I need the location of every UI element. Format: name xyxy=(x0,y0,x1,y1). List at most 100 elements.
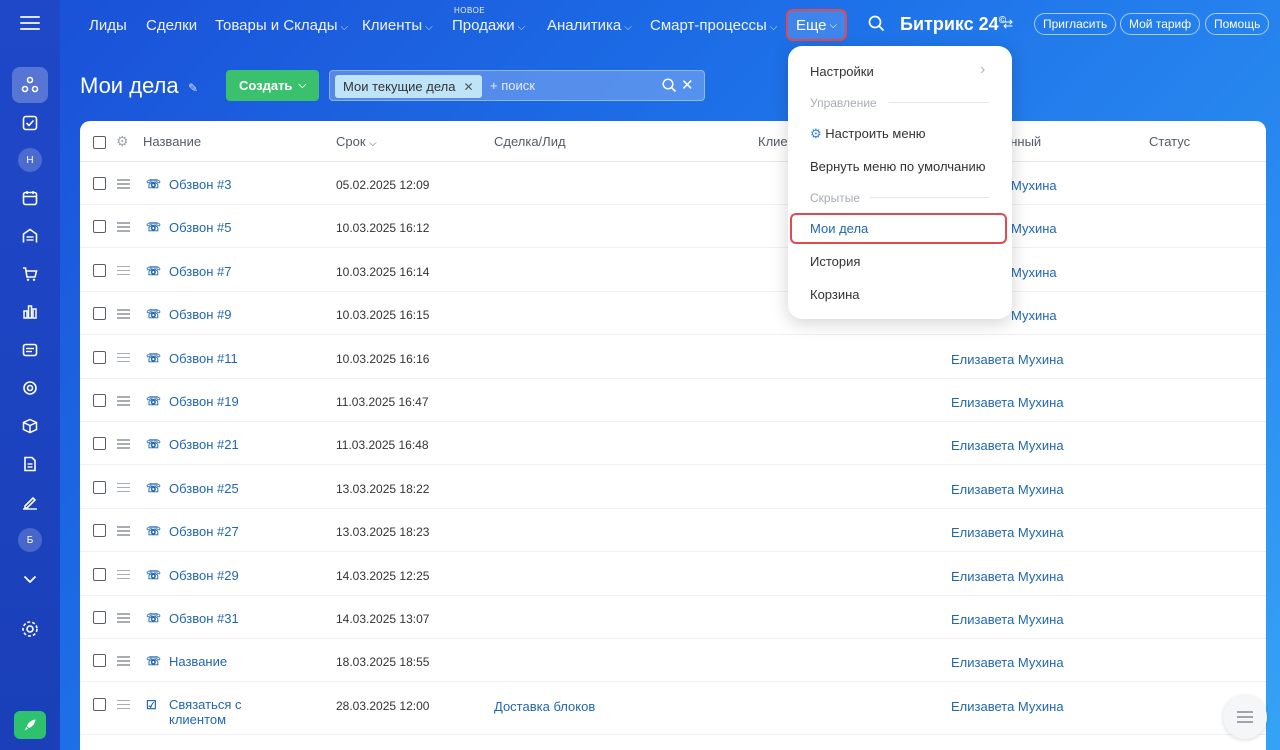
menu-item-history[interactable]: История xyxy=(810,254,860,269)
drag-handle-icon[interactable] xyxy=(117,352,130,363)
nav-products-warehouses[interactable]: Товары и Склады ⌵ xyxy=(215,17,348,34)
avatar[interactable]: Б xyxy=(18,528,42,552)
task-responsible-link[interactable]: Мухина xyxy=(1011,178,1057,193)
drag-handle-icon[interactable] xyxy=(117,439,130,449)
drag-handle-icon[interactable] xyxy=(117,656,130,666)
settings-icon[interactable] xyxy=(12,611,48,647)
task-responsible-link[interactable]: Елизавета Мухина xyxy=(951,569,1064,584)
task-title-link[interactable]: Обзвон #3 xyxy=(169,177,329,192)
task-responsible-link[interactable]: Елизавета Мухина xyxy=(951,352,1064,367)
cart-icon[interactable] xyxy=(12,256,48,292)
row-checkbox[interactable] xyxy=(93,611,106,624)
invite-button[interactable]: Пригласить xyxy=(1034,13,1117,35)
task-responsible-link[interactable]: Елизавета Мухина xyxy=(951,655,1064,670)
task-title-link[interactable]: Обзвон #31 xyxy=(169,611,329,626)
table-row[interactable]: ☏ Обзвон #25 13.03.2025 18:22 Елизавета Мух… xyxy=(80,466,1266,509)
analytics-icon[interactable] xyxy=(12,294,48,330)
menu-item-my-tasks[interactable]: Мои дела xyxy=(810,221,868,236)
nav-sales[interactable]: Продажи ⌵ xyxy=(452,17,525,34)
activity-icon[interactable] xyxy=(12,67,48,103)
tasks-icon[interactable] xyxy=(12,105,48,141)
task-title-link[interactable]: Обзвон #27 xyxy=(169,524,329,539)
task-title-link[interactable]: Обзвон #7 xyxy=(169,264,329,279)
task-responsible-link[interactable]: Елизавета Мухина xyxy=(951,438,1064,453)
drag-handle-icon[interactable] xyxy=(117,396,130,406)
row-checkbox[interactable] xyxy=(93,567,106,581)
close-icon[interactable]: ✕ xyxy=(681,76,694,94)
table-row[interactable]: ☏ Название 18.03.2025 18:55 Елизавета Мухин… xyxy=(80,639,1266,683)
drag-handle-icon[interactable] xyxy=(117,569,130,580)
table-row[interactable]: ☏ Обзвон #27 13.03.2025 18:23 Елизавета Мух… xyxy=(80,509,1266,553)
create-button[interactable]: Создать ⌵ xyxy=(226,70,319,101)
task-title-link[interactable]: Название xyxy=(169,654,329,669)
column-client[interactable]: Клие xyxy=(758,134,788,149)
drag-handle-icon[interactable] xyxy=(117,265,130,276)
help-button[interactable]: Помощь xyxy=(1205,13,1270,35)
row-checkbox[interactable] xyxy=(93,307,106,321)
task-title-link[interactable]: Обзвон #25 xyxy=(169,481,329,496)
target-icon[interactable] xyxy=(12,370,48,406)
task-responsible-link[interactable]: Елизавета Мухина xyxy=(951,612,1064,627)
table-row[interactable]: ☏ Обзвон #11 10.03.2025 16:16 Елизавета Мух… xyxy=(80,336,1266,379)
box-icon[interactable] xyxy=(12,408,48,444)
rocket-icon[interactable] xyxy=(14,711,46,739)
table-row[interactable]: ☑ Связаться с клиентом 28.03.2025 12:00 Дос… xyxy=(80,683,1266,735)
sign-icon[interactable] xyxy=(12,484,48,520)
drag-handle-icon[interactable] xyxy=(117,222,130,232)
column-name[interactable]: Название xyxy=(143,134,201,149)
task-responsible-link[interactable]: Мухина xyxy=(1011,221,1057,236)
row-checkbox[interactable] xyxy=(93,524,106,538)
hamburger-menu-icon[interactable] xyxy=(20,16,40,30)
row-checkbox[interactable] xyxy=(93,394,106,407)
table-row[interactable]: ☏ Обзвон #21 11.03.2025 16:48 Елизавета Мух… xyxy=(80,422,1266,466)
table-row[interactable]: ☏ Обзвон #3 05.02.2025 12:09 Мухина xyxy=(80,162,1266,205)
row-checkbox[interactable] xyxy=(93,177,106,190)
task-responsible-link[interactable]: Елизавета Мухина xyxy=(951,525,1064,540)
task-title-link[interactable]: Связаться с клиентом xyxy=(169,697,259,727)
nav-leads[interactable]: Лиды xyxy=(89,17,127,34)
theme-toggle-icon[interactable]: ⇄ xyxy=(1003,17,1013,31)
task-responsible-link[interactable]: Елизавета Мухина xyxy=(951,482,1064,497)
table-row[interactable]: ☏ Обзвон #19 11.03.2025 16:47 Елизавета Мух… xyxy=(80,379,1266,422)
close-icon[interactable]: ✕ xyxy=(463,80,473,94)
brand-logo[interactable]: Битрикс 24© xyxy=(900,14,1006,35)
my-tariff-button[interactable]: Мой тариф xyxy=(1120,13,1201,35)
filter-search-box[interactable]: Мои текущие дела ✕ + поиск ✕ xyxy=(329,70,705,101)
row-checkbox[interactable] xyxy=(93,437,106,451)
drag-handle-icon[interactable] xyxy=(117,179,130,189)
drag-handle-icon[interactable] xyxy=(117,309,130,319)
column-status[interactable]: Статус xyxy=(1149,134,1190,149)
menu-item-configure[interactable]: ⚙ Настроить меню xyxy=(810,126,926,142)
task-responsible-link[interactable]: Мухина xyxy=(1011,265,1057,280)
calendar-icon[interactable] xyxy=(12,180,48,216)
chevron-down-icon[interactable] xyxy=(12,561,48,597)
table-row[interactable]: ☏ Обзвон #31 14.03.2025 13:07 Елизавета Мух… xyxy=(80,596,1266,639)
task-title-link[interactable]: Обзвон #5 xyxy=(169,220,329,235)
column-deal[interactable]: Сделка/Лид xyxy=(494,134,566,149)
row-checkbox[interactable] xyxy=(93,654,106,668)
warehouse-icon[interactable] xyxy=(12,218,48,254)
filter-tag[interactable]: Мои текущие дела ✕ xyxy=(335,75,482,98)
drag-handle-icon[interactable] xyxy=(117,482,130,493)
task-title-link[interactable]: Обзвон #9 xyxy=(169,307,329,322)
drag-handle-icon[interactable] xyxy=(117,613,130,623)
nav-deals[interactable]: Сделки xyxy=(146,17,197,34)
nav-analytics[interactable]: Аналитика ⌵ xyxy=(547,17,632,34)
row-checkbox[interactable] xyxy=(93,697,106,711)
task-responsible-link[interactable]: Елизавета Мухина xyxy=(951,395,1064,410)
search-icon[interactable] xyxy=(662,78,677,98)
row-checkbox[interactable] xyxy=(93,350,106,364)
task-title-link[interactable]: Обзвон #19 xyxy=(169,394,329,409)
pin-icon[interactable]: ✎ xyxy=(188,81,198,95)
menu-item-reset[interactable]: Вернуть меню по умолчанию xyxy=(810,159,985,174)
search-icon[interactable] xyxy=(868,15,885,37)
task-title-link[interactable]: Обзвон #29 xyxy=(169,568,329,583)
table-row[interactable]: ☏ Обзвон #7 10.03.2025 16:14 Мухина xyxy=(80,249,1266,292)
row-checkbox[interactable] xyxy=(93,480,106,494)
task-responsible-link[interactable]: Елизавета Мухина xyxy=(951,699,1064,714)
row-checkbox[interactable] xyxy=(93,263,106,277)
search-input[interactable]: + поиск xyxy=(490,78,535,93)
gear-icon[interactable]: ⚙ xyxy=(116,133,129,150)
table-row[interactable]: ☏ Обзвон #5 10.03.2025 16:12 Мухина xyxy=(80,205,1266,249)
avatar[interactable]: Н xyxy=(18,148,42,172)
